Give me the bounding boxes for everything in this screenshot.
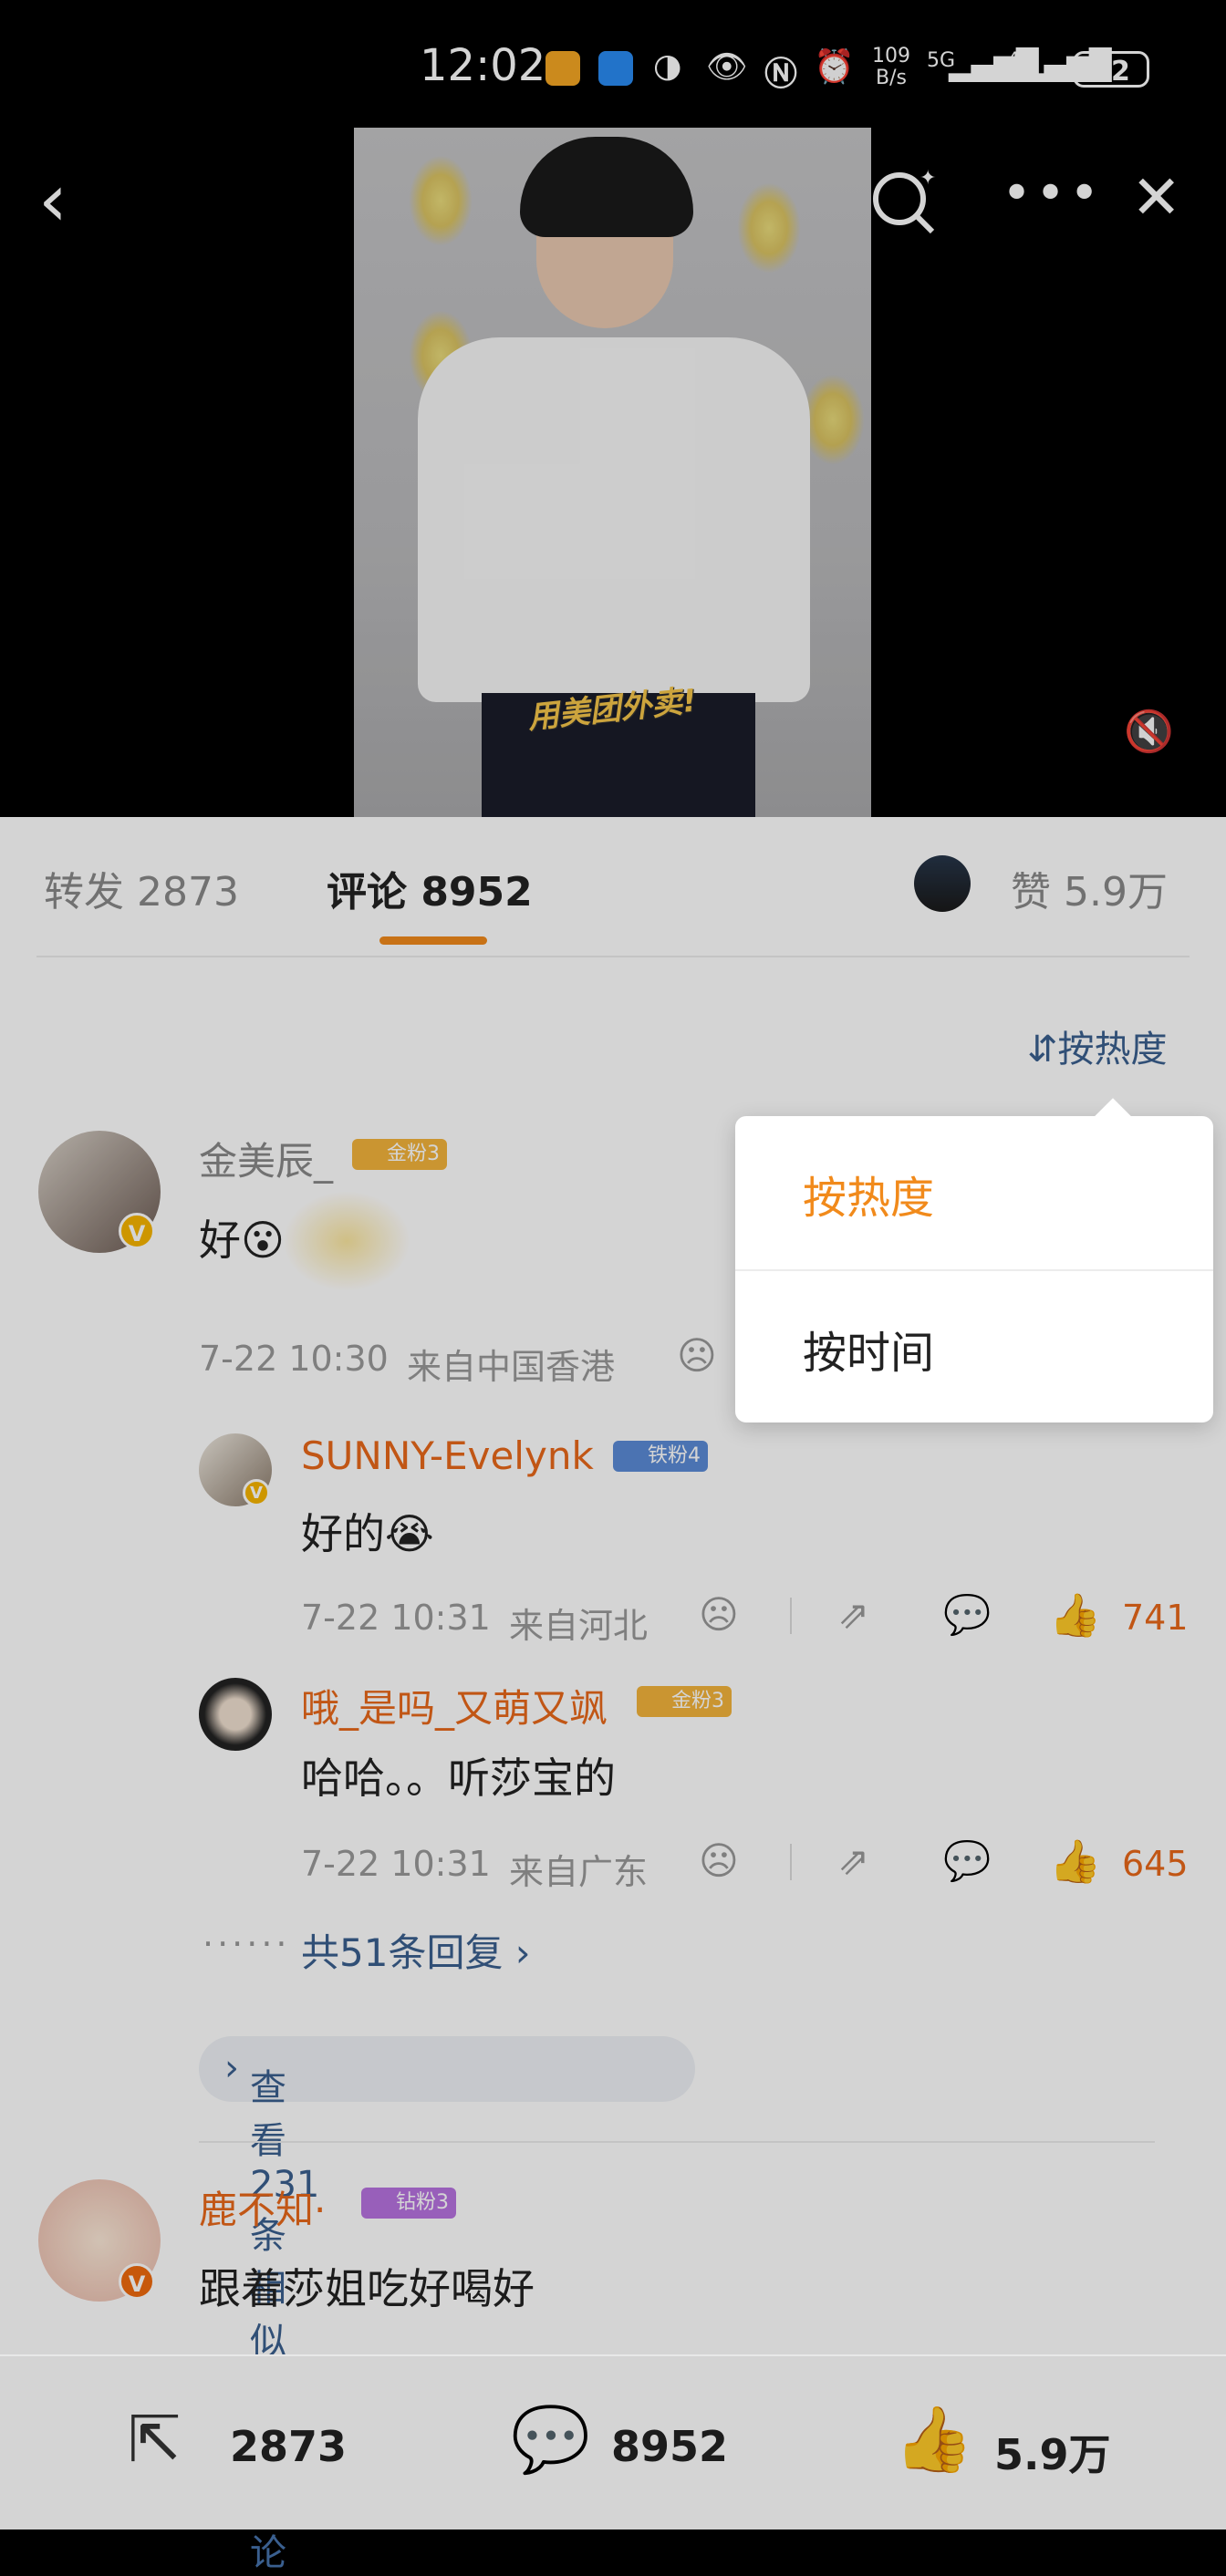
weibo-app-icon xyxy=(545,51,580,86)
like-count[interactable]: 5.9万 xyxy=(994,2422,1111,2482)
app-notification-icon xyxy=(598,51,633,86)
reply-time: 7-22 10:31 xyxy=(301,1598,491,1638)
verified-badge-icon: V xyxy=(119,2263,155,2300)
repost-icon[interactable]: ⇱ xyxy=(128,2402,182,2477)
like-icon[interactable]: 👍 xyxy=(894,2402,973,2478)
dropdown-divider xyxy=(735,1269,1213,1271)
more-replies-label: 共51条回复 xyxy=(301,1930,504,1975)
person-shirt xyxy=(418,337,810,702)
similar-comments-button[interactable]: 查看231条相似观点评论 › xyxy=(199,2036,695,2574)
verified-badge-icon: V xyxy=(119,1213,155,1249)
reply-avatar[interactable] xyxy=(199,1678,272,1751)
mute-icon[interactable]: 🔇 xyxy=(1124,708,1174,755)
reply-text: 哈哈。。听莎宝的 xyxy=(301,1754,616,1803)
dislike-icon[interactable]: ☹ xyxy=(699,1838,739,1883)
reply-username[interactable]: SUNNY-Evelynk xyxy=(301,1433,594,1478)
verified-badge-icon: V xyxy=(243,1479,270,1506)
reply-icon[interactable]: 💬 xyxy=(943,1592,991,1638)
nfc-icon: Ⓝ xyxy=(764,56,798,93)
reply-username[interactable]: 哦_是吗_又萌又飒 xyxy=(301,1678,608,1733)
svg-text:✦: ✦ xyxy=(920,167,936,190)
tab-likes[interactable]: 赞 5.9万 xyxy=(1011,859,1168,917)
share-icon[interactable]: ⇗ xyxy=(837,1838,869,1883)
comment-divider xyxy=(199,2141,1155,2143)
like-count: 645 xyxy=(1122,1844,1189,1884)
action-divider xyxy=(790,1598,792,1634)
comment-username[interactable]: 金美辰_ xyxy=(199,1131,333,1186)
bottom-action-bar: ⇱ 2873 💬 8952 👍 5.9万 xyxy=(0,2354,1226,2529)
comment-time: 7-22 10:30 xyxy=(199,1339,389,1379)
share-icon[interactable]: ⇗ xyxy=(837,1592,869,1637)
sort-dropdown: 按热度 按时间 xyxy=(735,1098,1213,1422)
reply-location: 来自广东 xyxy=(509,1852,649,1892)
comment-location: 来自中国香港 xyxy=(407,1347,616,1387)
reply-time: 7-22 10:31 xyxy=(301,1844,491,1884)
comment-text: 好😮 xyxy=(199,1216,285,1265)
data-saver-icon: ◑ xyxy=(653,47,682,85)
fan-badge[interactable]: 金粉3 xyxy=(637,1686,732,1717)
eye-icon: 👁 xyxy=(706,48,748,86)
net-speed-unit: B/s xyxy=(876,67,907,89)
tab-comments[interactable]: 评论 8952 xyxy=(327,859,533,917)
fan-badge[interactable]: 铁粉4 xyxy=(613,1441,708,1472)
net-speed-value: 109 xyxy=(872,45,910,67)
decoration-sticker xyxy=(283,1191,410,1291)
alarm-icon: ⏰ xyxy=(814,48,855,86)
tab-repost[interactable]: 转发 2873 xyxy=(44,859,239,917)
like-count: 741 xyxy=(1122,1598,1189,1638)
more-icon[interactable]: ••• xyxy=(1002,164,1103,223)
sort-icon: ⇵ xyxy=(1027,1029,1058,1071)
repost-count[interactable]: 2873 xyxy=(230,2422,347,2471)
video-frame[interactable]: 用美团外卖! xyxy=(354,128,871,817)
comments-page xyxy=(0,817,1226,2528)
dislike-icon[interactable]: ☹ xyxy=(699,1592,739,1637)
sort-option-hot[interactable]: 按热度 xyxy=(803,1162,934,1226)
like-icon[interactable]: 👍 xyxy=(1049,1590,1101,1640)
sort-option-time[interactable]: 按时间 xyxy=(803,1317,934,1381)
liker-avatar[interactable] xyxy=(914,855,971,912)
tabs-divider xyxy=(36,956,1190,957)
fan-badge[interactable]: 金粉3 xyxy=(352,1139,447,1170)
search-icon[interactable]: ✦ xyxy=(867,164,940,237)
comment-text: 跟着莎姐吃好喝好 xyxy=(199,2264,535,2313)
comment-icon[interactable]: 💬 xyxy=(511,2402,590,2478)
person-hair xyxy=(520,137,693,237)
net-speed: 109 B/s xyxy=(872,46,910,89)
reply-text: 好的😭 xyxy=(301,1509,434,1558)
more-replies-link[interactable]: 共51条回复 › xyxy=(301,1922,531,1978)
dislike-icon[interactable]: ☹ xyxy=(677,1333,717,1378)
back-icon[interactable]: ‹ xyxy=(38,164,68,237)
action-divider xyxy=(790,1844,792,1880)
fan-badge[interactable]: 钻粉3 xyxy=(361,2188,456,2219)
comment-username[interactable]: 鹿不知· xyxy=(199,2179,326,2235)
reply-location: 来自河北 xyxy=(509,1606,649,1646)
video-player[interactable]: 用美团外卖! ‹ ✦ ••• ✕ 🔇 xyxy=(0,128,1226,817)
status-bar: 12:02 ◑ 👁 Ⓝ ⏰ 109 B/s 5G ▂▄▆█ 4G ▂▄▆█ 82 xyxy=(0,0,1226,128)
like-icon[interactable]: 👍 xyxy=(1049,1836,1101,1887)
reply-icon[interactable]: 💬 xyxy=(943,1838,991,1884)
close-icon[interactable]: ✕ xyxy=(1131,162,1181,233)
status-time: 12:02 xyxy=(420,40,546,91)
sort-label: 按热度 xyxy=(1057,1029,1168,1071)
dotted-line: ······ xyxy=(203,1924,291,1964)
sort-button[interactable]: ⇵按热度 xyxy=(1027,1019,1168,1072)
tab-active-indicator xyxy=(379,936,487,945)
battery-indicator: 82 xyxy=(1073,51,1149,88)
comment-count[interactable]: 8952 xyxy=(611,2422,728,2471)
